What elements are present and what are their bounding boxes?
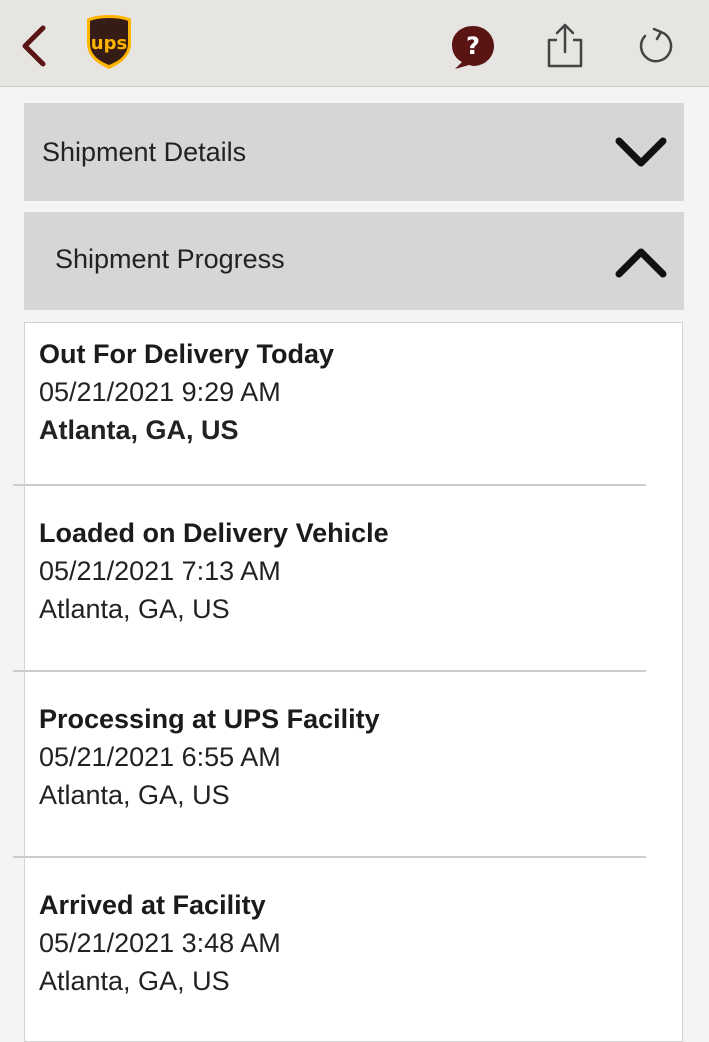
back-button[interactable]: [14, 22, 54, 70]
event-location: Atlanta, GA, US: [39, 780, 230, 810]
help-button[interactable]: ?: [448, 22, 498, 72]
ups-logo: ups: [82, 12, 136, 72]
question-bubble-icon: ?: [452, 26, 494, 69]
svg-text:?: ?: [466, 32, 480, 60]
shipment-progress-list: Out For Delivery Today 05/21/2021 9:29 A…: [13, 322, 683, 1042]
event-datetime: 05/21/2021 7:13 AM: [39, 556, 281, 586]
event-datetime: 05/21/2021 6:55 AM: [39, 742, 281, 772]
divider: [13, 484, 646, 486]
divider: [13, 856, 646, 858]
share-button[interactable]: [542, 20, 588, 72]
refresh-button[interactable]: [632, 22, 678, 70]
shipment-details-title: Shipment Details: [42, 137, 247, 167]
chevron-down-icon: [615, 137, 667, 167]
chevron-up-icon: [615, 248, 667, 278]
shipment-progress-title: Shipment Progress: [55, 244, 285, 274]
event-datetime: 05/21/2021 9:29 AM: [39, 377, 281, 407]
logo-text: ups: [91, 33, 127, 54]
event-datetime: 05/21/2021 3:48 AM: [39, 928, 281, 958]
event-status: Out For Delivery Today: [39, 339, 335, 369]
refresh-icon: [639, 27, 673, 63]
top-toolbar: ups ?: [0, 0, 709, 87]
event-location: Atlanta, GA, US: [39, 966, 230, 996]
shipment-progress-header[interactable]: Shipment Progress: [24, 212, 684, 310]
divider: [13, 670, 646, 672]
share-icon: [547, 23, 583, 68]
event-location: Atlanta, GA, US: [39, 415, 239, 445]
chevron-left-icon: [22, 25, 46, 67]
list-item[interactable]: Processing at UPS Facility 05/21/2021 6:…: [39, 700, 659, 814]
event-location: Atlanta, GA, US: [39, 594, 230, 624]
event-status: Processing at UPS Facility: [39, 704, 380, 734]
shipment-details-header[interactable]: Shipment Details: [24, 103, 684, 201]
list-item[interactable]: Out For Delivery Today 05/21/2021 9:29 A…: [39, 335, 659, 449]
event-status: Arrived at Facility: [39, 890, 266, 920]
event-status: Loaded on Delivery Vehicle: [39, 518, 389, 548]
list-item[interactable]: Arrived at Facility 05/21/2021 3:48 AM A…: [39, 886, 659, 1000]
list-item[interactable]: Loaded on Delivery Vehicle 05/21/2021 7:…: [39, 514, 659, 628]
